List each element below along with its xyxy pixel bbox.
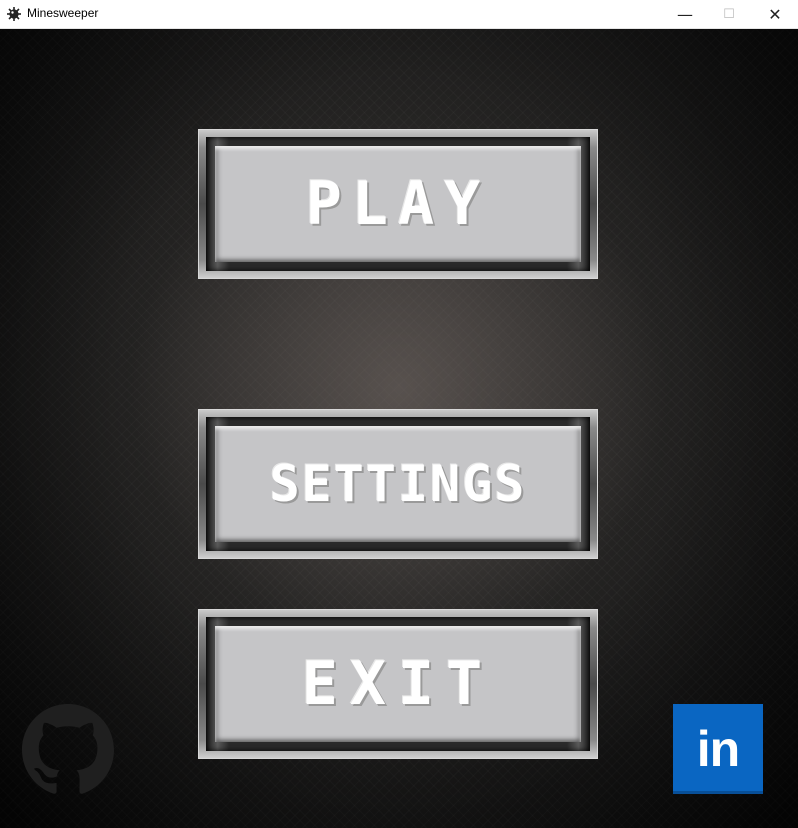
close-button[interactable]: ✕ [752,0,798,29]
github-icon[interactable] [22,704,114,796]
maximize-button[interactable]: ☐ [706,0,752,29]
window-title: Minesweeper [27,6,99,20]
play-button-face: PLAY [215,146,581,262]
settings-button-face: SETTINGS [215,426,581,542]
linkedin-icon[interactable]: in [673,704,763,794]
play-button-label: PLAY [305,169,491,239]
maximize-icon: ☐ [723,7,735,22]
settings-button[interactable]: SETTINGS [198,409,598,559]
exit-button-face: EXIT [215,626,581,742]
exit-button[interactable]: EXIT [198,609,598,759]
main-menu: PLAY SETTINGS EXIT in [0,29,798,828]
minimize-button[interactable]: — [662,0,708,29]
close-icon: ✕ [768,5,782,24]
settings-button-label: SETTINGS [269,455,527,513]
mine-icon [7,7,21,21]
minimize-icon: — [677,5,693,24]
play-button[interactable]: PLAY [198,129,598,279]
title-bar: Minesweeper — ☐ ✕ [0,0,798,29]
exit-button-label: EXIT [301,649,495,719]
linkedin-logo-text: in [696,721,740,777]
